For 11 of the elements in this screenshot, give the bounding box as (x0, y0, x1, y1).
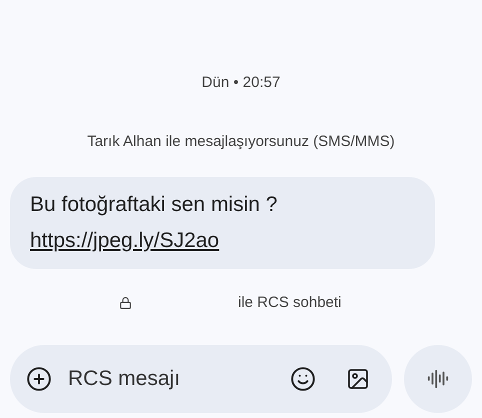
message-link[interactable]: https://jpeg.ly/SJ2ao (30, 227, 220, 255)
timestamp: Dün • 20:57 (202, 73, 280, 93)
message-field[interactable]: RCS mesajı (68, 363, 258, 395)
encryption-note: ile RCS sohbeti (238, 292, 342, 313)
waveform-icon (427, 368, 449, 390)
message-text: Bu fotoğraftaki sen misin ? (30, 192, 278, 218)
lock-icon (119, 296, 132, 310)
conversation-info: Tarık Alhan ile mesajlaşıyorsunuz (SMS/MMS) (87, 132, 395, 152)
image-icon[interactable] (346, 367, 370, 391)
add-icon[interactable] (26, 366, 52, 392)
emoji-icon[interactable] (290, 366, 316, 392)
